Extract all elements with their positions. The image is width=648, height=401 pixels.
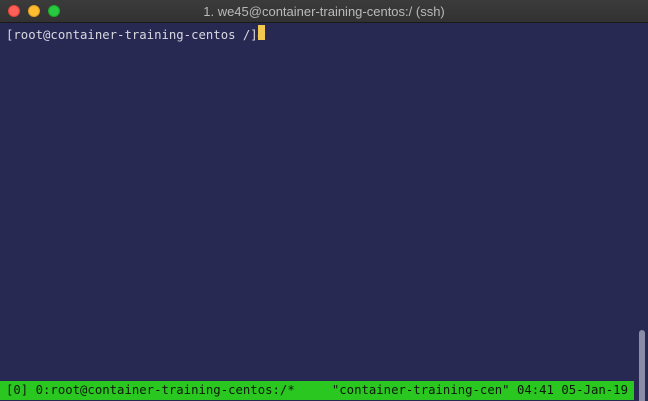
terminal-content[interactable]: [root@container-training-centos /]# [0,23,634,381]
tmux-window-list: [0] 0:root@container-training-centos:/* [6,383,295,397]
tmux-session-clock: "container-training-cen" 04:41 05-Jan-19 [331,383,628,397]
terminal-window: 1. we45@container-training-centos:/ (ssh… [0,0,648,401]
scrollbar-thumb[interactable] [639,330,645,401]
window-title: 1. we45@container-training-centos:/ (ssh… [203,4,445,19]
text-cursor [258,25,265,40]
shell-prompt: [root@container-training-centos /]# [6,28,273,42]
scrollbar-track[interactable] [634,23,648,401]
title-bar[interactable]: 1. we45@container-training-centos:/ (ssh… [0,0,648,23]
tmux-status-bar: [0] 0:root@container-training-centos:/* … [0,381,634,400]
